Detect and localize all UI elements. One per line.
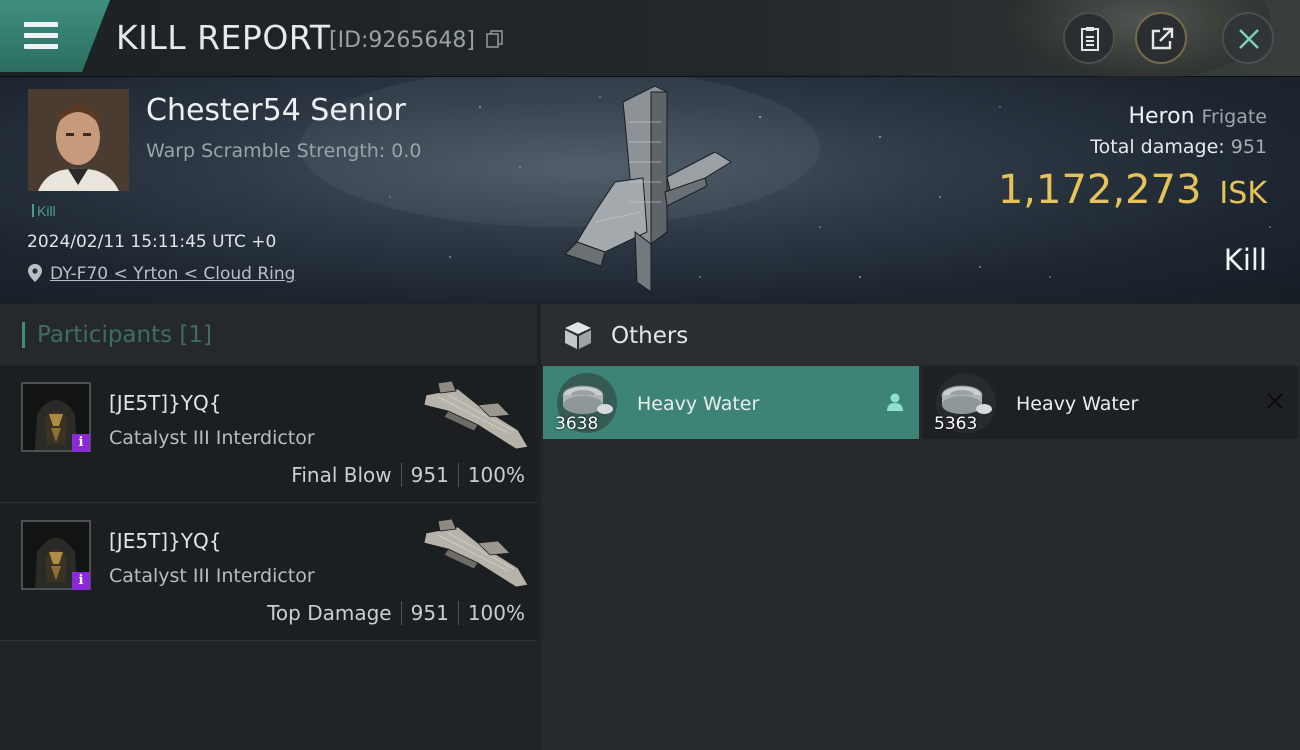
stat-divider — [457, 463, 459, 487]
participant-badge: i — [72, 572, 90, 590]
kill-datetime: 2024/02/11 15:11:45 UTC +0 — [27, 232, 277, 252]
total-damage-label: Total damage: — [1090, 136, 1225, 158]
menu-icon — [24, 22, 58, 55]
isk-value: 1,172,273 ISK — [998, 167, 1267, 213]
participant-stats: Top Damage 951 100% — [267, 601, 525, 625]
stat-divider — [457, 601, 459, 625]
participant-role: Top Damage — [267, 601, 392, 625]
participant-row[interactable]: i [JE5T]}YQ{ Catalyst III Interdictor To… — [0, 503, 537, 641]
ship-class: Frigate — [1201, 106, 1267, 128]
top-bar: KILL REPORT [ID:9265648] — [0, 0, 1300, 80]
close-icon[interactable] — [1266, 392, 1284, 410]
item-slot-heavy-water[interactable]: 5363 Heavy Water — [922, 366, 1298, 439]
participant-damage: 951 — [410, 601, 449, 625]
menu-button[interactable] — [0, 0, 110, 72]
victim-name: Chester54 Senior — [146, 93, 406, 128]
copy-icon[interactable] — [486, 30, 504, 48]
header-accent — [22, 322, 25, 348]
others-header[interactable]: Others — [541, 304, 1300, 365]
stat-divider — [400, 601, 402, 625]
ship-name: Heron — [1128, 104, 1195, 129]
item-quantity: 5363 — [934, 414, 978, 434]
participant-badge: i — [72, 434, 90, 452]
location-pin-icon — [28, 264, 42, 282]
kill-result: Kill — [1223, 243, 1267, 277]
participant-damage: 951 — [410, 463, 449, 487]
page-title: KILL REPORT — [116, 18, 331, 57]
total-damage-value: 951 — [1230, 136, 1267, 158]
participant-ship-render — [423, 518, 529, 588]
participant-name: [JE5T]}YQ{ — [109, 391, 222, 415]
total-damage: Total damage: 951 — [1090, 136, 1267, 158]
participants-panel: Participants [1] i [JE5T]}YQ{ Catalyst I… — [0, 304, 537, 750]
others-label: Others — [611, 323, 689, 349]
victim-portrait — [28, 89, 129, 191]
share-button[interactable] — [1135, 12, 1187, 64]
share-icon — [1151, 27, 1174, 50]
location-link[interactable]: DY-F70 < Yrton < Cloud Ring — [50, 264, 295, 284]
item-name: Heavy Water — [1016, 393, 1139, 415]
victim-ship-render — [564, 85, 732, 293]
clipboard-icon — [1081, 27, 1099, 51]
item-slot-heavy-water[interactable]: 3638 Heavy Water — [543, 366, 919, 439]
person-icon — [887, 393, 903, 411]
participants-label: Participants [1] — [37, 322, 212, 348]
participant-ship: Catalyst III Interdictor — [109, 427, 315, 449]
report-id: [ID:9265648] — [329, 28, 475, 53]
participant-percent: 100% — [467, 601, 525, 625]
isk-amount: 1,172,273 — [997, 167, 1202, 213]
item-quantity: 3638 — [555, 414, 599, 434]
participant-ship: Catalyst III Interdictor — [109, 565, 315, 587]
others-panel: Others 3638 Heavy Water 5363 Heavy Water — [541, 304, 1300, 750]
stat-divider — [400, 463, 402, 487]
participant-row[interactable]: i [JE5T]}YQ{ Catalyst III Interdictor Fi… — [0, 365, 537, 503]
kill-tag: Kill — [32, 203, 56, 219]
warp-scramble-strength: Warp Scramble Strength: 0.0 — [146, 140, 422, 162]
cargo-box-icon — [565, 322, 591, 349]
participant-role: Final Blow — [291, 463, 392, 487]
participants-header[interactable]: Participants [1] — [0, 304, 537, 365]
isk-unit: ISK — [1219, 176, 1267, 211]
participant-stats: Final Blow 951 100% — [291, 463, 525, 487]
item-name: Heavy Water — [637, 393, 760, 415]
participant-ship-render — [423, 380, 529, 450]
clipboard-button[interactable] — [1063, 12, 1115, 64]
participant-name: [JE5T]}YQ{ — [109, 529, 222, 553]
ship-info: Heron Frigate — [1128, 104, 1267, 129]
participant-percent: 100% — [467, 463, 525, 487]
close-icon — [1239, 29, 1259, 49]
victim-header: Chester54 Senior Warp Scramble Strength:… — [0, 77, 1300, 303]
close-button[interactable] — [1222, 12, 1274, 64]
